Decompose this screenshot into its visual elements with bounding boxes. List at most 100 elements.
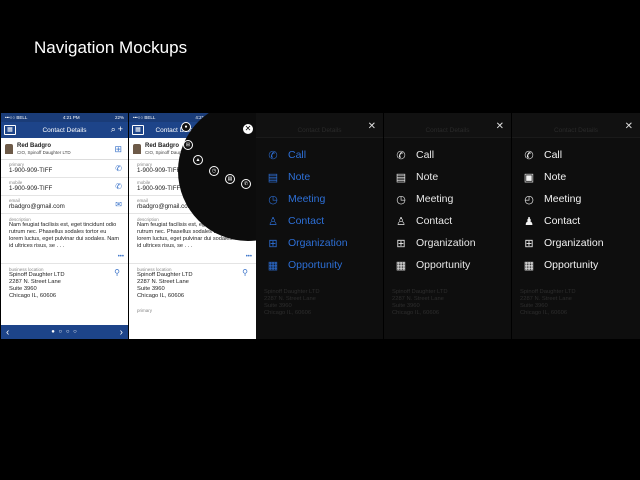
- menu-item-opportunity[interactable]: ▦ Opportunity: [522, 254, 604, 276]
- person-icon: ♟: [524, 215, 534, 228]
- add-icon[interactable]: +: [118, 124, 125, 134]
- menu-item-meeting[interactable]: ◷ Meeting: [266, 188, 348, 210]
- field-email: email rbadgro@gmail.com ✉: [1, 196, 128, 214]
- phone-icon[interactable]: ✆: [115, 182, 122, 191]
- chart-icon: ▦: [395, 259, 407, 272]
- avatar: [133, 143, 141, 154]
- close-icon[interactable]: ✕: [368, 121, 376, 132]
- radial-note-icon[interactable]: ▤: [225, 174, 235, 184]
- next-arrow-icon[interactable]: ›: [120, 327, 123, 338]
- menu-overlay: Contact Details Spinoff Daughter LTD 228…: [256, 113, 383, 339]
- carrier: •••○○ BELL: [5, 115, 28, 120]
- menu-item-meeting[interactable]: ◴ Meeting: [522, 188, 604, 210]
- more-button[interactable]: •••: [246, 254, 252, 260]
- radial-clock-icon[interactable]: ◷: [209, 166, 219, 176]
- address-section: business location Spinoff Daughter LTD 2…: [129, 264, 256, 316]
- org-chart-icon: ⊞: [524, 237, 534, 250]
- radial-phone-icon[interactable]: ✆: [241, 179, 251, 189]
- radial-org-icon[interactable]: ⊞: [183, 140, 193, 150]
- menu-label: Organization: [288, 237, 348, 249]
- avatar: [5, 143, 13, 154]
- menu-item-opportunity[interactable]: ▦ Opportunity: [394, 254, 476, 276]
- ghost-address: Spinoff Daughter LTD 2287 N. Street Lane…: [264, 289, 320, 317]
- phone-icon[interactable]: ✆: [115, 164, 122, 173]
- menu-item-contact[interactable]: ♙ Contact: [394, 210, 476, 232]
- menu-item-note[interactable]: ▤ Note: [394, 166, 476, 188]
- clock: 4:21 PM: [62, 115, 80, 120]
- menu-label: Opportunity: [544, 259, 599, 271]
- address-line: Chicago IL, 60606: [9, 293, 57, 299]
- mail-icon[interactable]: ✉: [115, 200, 122, 209]
- radial-chart-icon[interactable]: ▲: [193, 155, 203, 165]
- action-menu: ✆ Call ▤ Note ◷ Meeting ♙ Contact ⊞ Organizat…: [266, 144, 348, 276]
- pager-bar: ‹ ● ○ ○ ○ ›: [1, 325, 128, 339]
- menu-label: Organization: [416, 237, 476, 249]
- menu-item-call[interactable]: ✆ Call: [266, 144, 348, 166]
- menu-label: Contact: [544, 215, 581, 227]
- menu-item-meeting[interactable]: ◷ Meeting: [394, 188, 476, 210]
- menu-label: Organization: [544, 237, 604, 249]
- address-line: Suite 3960: [137, 286, 165, 292]
- field-value[interactable]: rbadgro@gmail.com: [9, 203, 120, 211]
- field-primary: primary 1-900-909-TIFF ✆: [1, 160, 128, 178]
- org-chart-icon[interactable]: ⊞: [114, 144, 122, 155]
- location-pin-icon[interactable]: ⚲: [242, 268, 248, 277]
- mockup-menu-solid: Contact Details Spinoff Daughter LTD 228…: [512, 113, 640, 339]
- person-icon: ♙: [396, 215, 406, 228]
- location-pin-icon[interactable]: ⚲: [114, 268, 120, 277]
- menu-overlay: Contact Details Spinoff Daughter LTD 228…: [384, 113, 511, 339]
- clock-icon: ◷: [396, 193, 406, 206]
- slide-title: Navigation Mockups: [34, 38, 188, 57]
- ghost-address-line: Spinoff Daughter LTD: [520, 289, 576, 295]
- phone-icon: ✆: [268, 149, 278, 162]
- menu-label: Call: [288, 149, 307, 161]
- org-chart-icon: ⊞: [396, 237, 406, 250]
- contact-name: Red Badgro: [17, 142, 52, 149]
- battery: 22%: [114, 115, 124, 120]
- ghost-address-line: Spinoff Daughter LTD: [392, 289, 448, 295]
- field-value[interactable]: 1-900-909-TIFF: [9, 167, 120, 175]
- menu-label: Call: [416, 149, 435, 161]
- page-dots[interactable]: ● ○ ○ ○: [51, 329, 78, 335]
- field-value[interactable]: 1-900-909-TIFF: [9, 185, 120, 193]
- menu-label: Contact: [416, 215, 453, 227]
- close-icon[interactable]: ✕: [625, 121, 633, 132]
- note-icon: ▤: [267, 171, 279, 184]
- menu-item-note[interactable]: ▣ Note: [522, 166, 604, 188]
- close-icon[interactable]: ✕: [243, 124, 253, 134]
- phone-icon: ✆: [396, 149, 406, 162]
- phone-screen: •••○○ BELL 4:21 PM 22% ▦ Contact Details…: [1, 113, 128, 339]
- close-icon[interactable]: ✕: [496, 121, 504, 132]
- address-section: business location Spinoff Daughter LTD 2…: [1, 264, 128, 303]
- prev-arrow-icon[interactable]: ‹: [6, 327, 9, 338]
- menu-item-opportunity[interactable]: ▦ Opportunity: [266, 254, 348, 276]
- note-icon: ▤: [395, 171, 407, 184]
- mockup-menu-outline: Contact Details Spinoff Daughter LTD 228…: [384, 113, 511, 339]
- menu-item-call[interactable]: ✆ Call: [394, 144, 476, 166]
- org-chart-icon: ⊞: [268, 237, 278, 250]
- ghost-address-line: Chicago IL, 60606: [264, 310, 312, 316]
- menu-label: Opportunity: [288, 259, 343, 271]
- ghost-address: Spinoff Daughter LTD 2287 N. Street Lane…: [392, 289, 448, 317]
- field-mobile: mobile 1-900-909-TIFF ✆: [1, 178, 128, 196]
- ghost-title: Contact Details: [553, 127, 599, 134]
- chart-icon: ▦: [523, 259, 535, 272]
- menu-item-call[interactable]: ✆ Call: [522, 144, 604, 166]
- menu-item-contact[interactable]: ♟ Contact: [522, 210, 604, 232]
- menu-item-organization[interactable]: ⊞ Organization: [394, 232, 476, 254]
- menu-item-note[interactable]: ▤ Note: [266, 166, 348, 188]
- nav-bar: ▦ Contact Details ⌕+: [1, 122, 128, 138]
- more-button[interactable]: •••: [118, 254, 124, 260]
- menu-item-organization[interactable]: ⊞ Organization: [522, 232, 604, 254]
- mockup-radial-menu: •••○○ BELL 4:21 PM ▦ Contact Details Red…: [129, 113, 256, 339]
- ghost-address-line: Chicago IL, 60606: [520, 310, 568, 316]
- search-icon[interactable]: ⌕: [111, 124, 118, 134]
- radial-person-icon[interactable]: ●: [181, 122, 191, 132]
- contact-title: CIO, Spinoff Daughter LTD: [17, 149, 71, 155]
- ghost-address-line: 2287 N. Street Lane: [392, 296, 444, 302]
- contact-header: Red Badgro CIO, Spinoff Daughter LTD ⊞: [1, 138, 128, 160]
- menu-item-organization[interactable]: ⊞ Organization: [266, 232, 348, 254]
- address-line: Spinoff Daughter LTD: [9, 272, 65, 278]
- description-text: Nam feugiat facilisis est, eget tincidun…: [9, 222, 120, 249]
- menu-item-contact[interactable]: ♙ Contact: [266, 210, 348, 232]
